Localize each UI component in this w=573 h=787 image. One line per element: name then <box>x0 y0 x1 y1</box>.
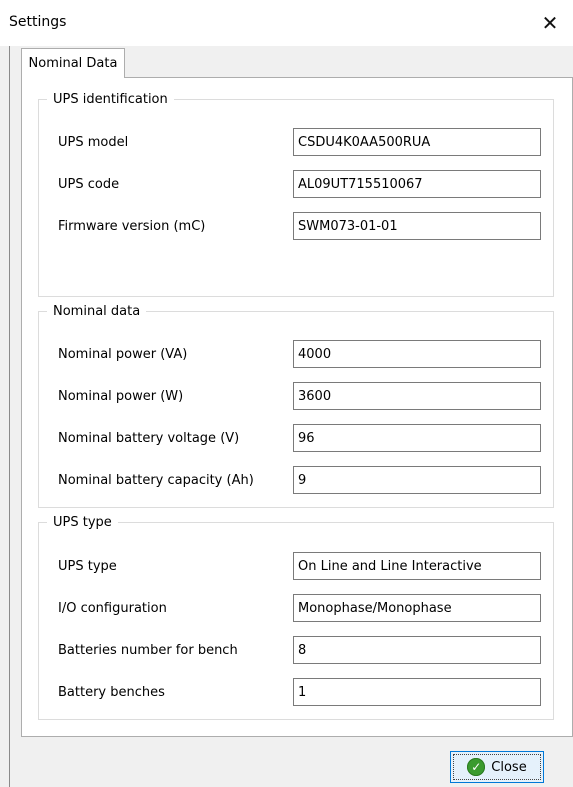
battery-benches-field[interactable] <box>293 678 541 706</box>
label-io-configuration: I/O configuration <box>58 601 167 616</box>
batteries-number-field[interactable] <box>293 636 541 664</box>
label-ups-model: UPS model <box>58 135 129 150</box>
label-battery-benches: Battery benches <box>58 685 165 700</box>
ups-type-field[interactable] <box>293 552 541 580</box>
firmware-version-field[interactable] <box>293 212 541 240</box>
window-border <box>9 46 10 787</box>
group-legend: UPS type <box>53 515 112 530</box>
label-ups-code: UPS code <box>58 177 120 192</box>
io-configuration-field[interactable] <box>293 594 541 622</box>
label-nominal-power-w: Nominal power (W) <box>58 389 184 404</box>
ups-code-field[interactable] <box>293 170 541 198</box>
nominal-battery-capacity-field[interactable] <box>293 466 541 494</box>
close-button-label: Close <box>491 759 527 775</box>
label-nominal-battery-voltage: Nominal battery voltage (V) <box>58 431 240 446</box>
tab-panel: UPS identification UPS model UPS code Fi… <box>21 77 573 737</box>
window-title: Settings <box>9 14 67 30</box>
close-icon[interactable]: ✕ <box>535 8 565 38</box>
nominal-power-w-field[interactable] <box>293 382 541 410</box>
check-icon: ✓ <box>467 758 486 776</box>
group-legend: UPS identification <box>53 92 168 107</box>
label-nominal-power-va: Nominal power (VA) <box>58 347 188 362</box>
nominal-battery-voltage-field[interactable] <box>293 424 541 452</box>
tab-nominal-data[interactable]: Nominal Data <box>21 48 125 78</box>
label-firmware-version: Firmware version (mC) <box>58 219 206 234</box>
group-legend: Nominal data <box>53 304 141 319</box>
close-button[interactable]: ✓ Close <box>450 751 544 783</box>
ups-model-field[interactable] <box>293 128 541 156</box>
title-bar: Settings ✕ <box>0 0 573 46</box>
nominal-power-va-field[interactable] <box>293 340 541 368</box>
label-batteries-number: Batteries number for bench <box>58 643 238 658</box>
label-ups-type: UPS type <box>58 559 117 574</box>
label-nominal-battery-capacity: Nominal battery capacity (Ah) <box>58 473 254 488</box>
